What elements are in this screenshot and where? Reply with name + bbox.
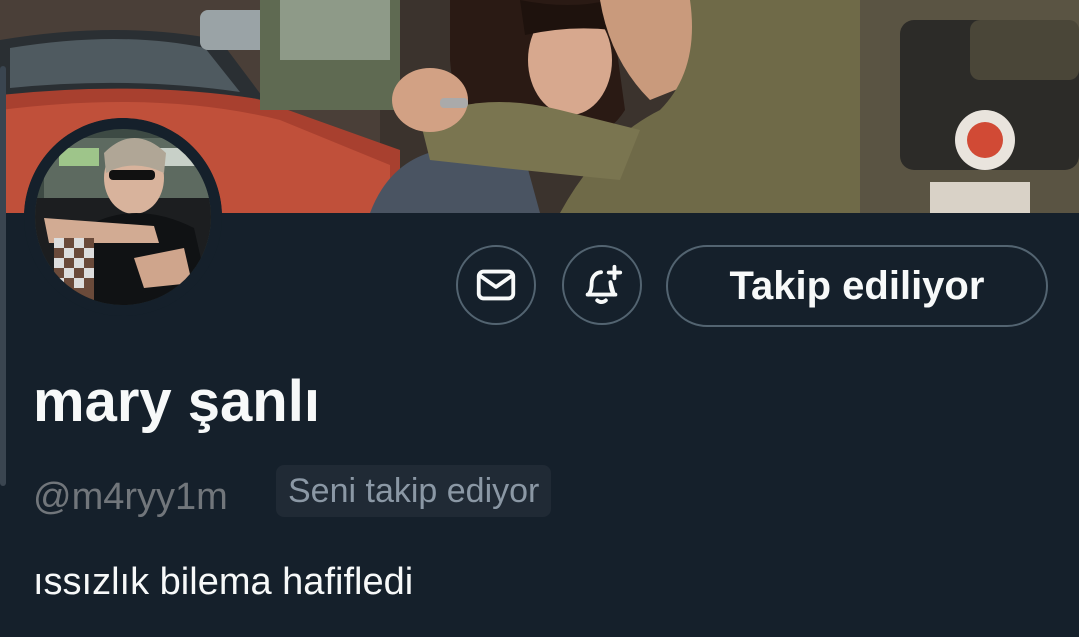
user-handle: @m4ryy1m (33, 476, 228, 518)
scrollbar[interactable] (0, 66, 6, 486)
following-button-label: Takip ediliyor (729, 263, 985, 308)
following-button[interactable]: Takip ediliyor (666, 245, 1048, 327)
envelope-icon (473, 262, 519, 308)
follows-you-badge: Seni takip ediyor (276, 465, 552, 517)
message-button[interactable] (456, 245, 536, 325)
bell-plus-icon (579, 262, 625, 308)
profile-bio: ıssızlık bilema hafifledi (33, 561, 414, 603)
notifications-button[interactable] (562, 245, 642, 325)
display-name: mary şanlı (33, 369, 320, 434)
avatar[interactable] (24, 118, 222, 316)
follows-you-label: Seni takip ediyor (288, 471, 540, 510)
profile-page: Takip ediliyor mary şanlı @m4ryy1m Seni … (0, 0, 1079, 637)
